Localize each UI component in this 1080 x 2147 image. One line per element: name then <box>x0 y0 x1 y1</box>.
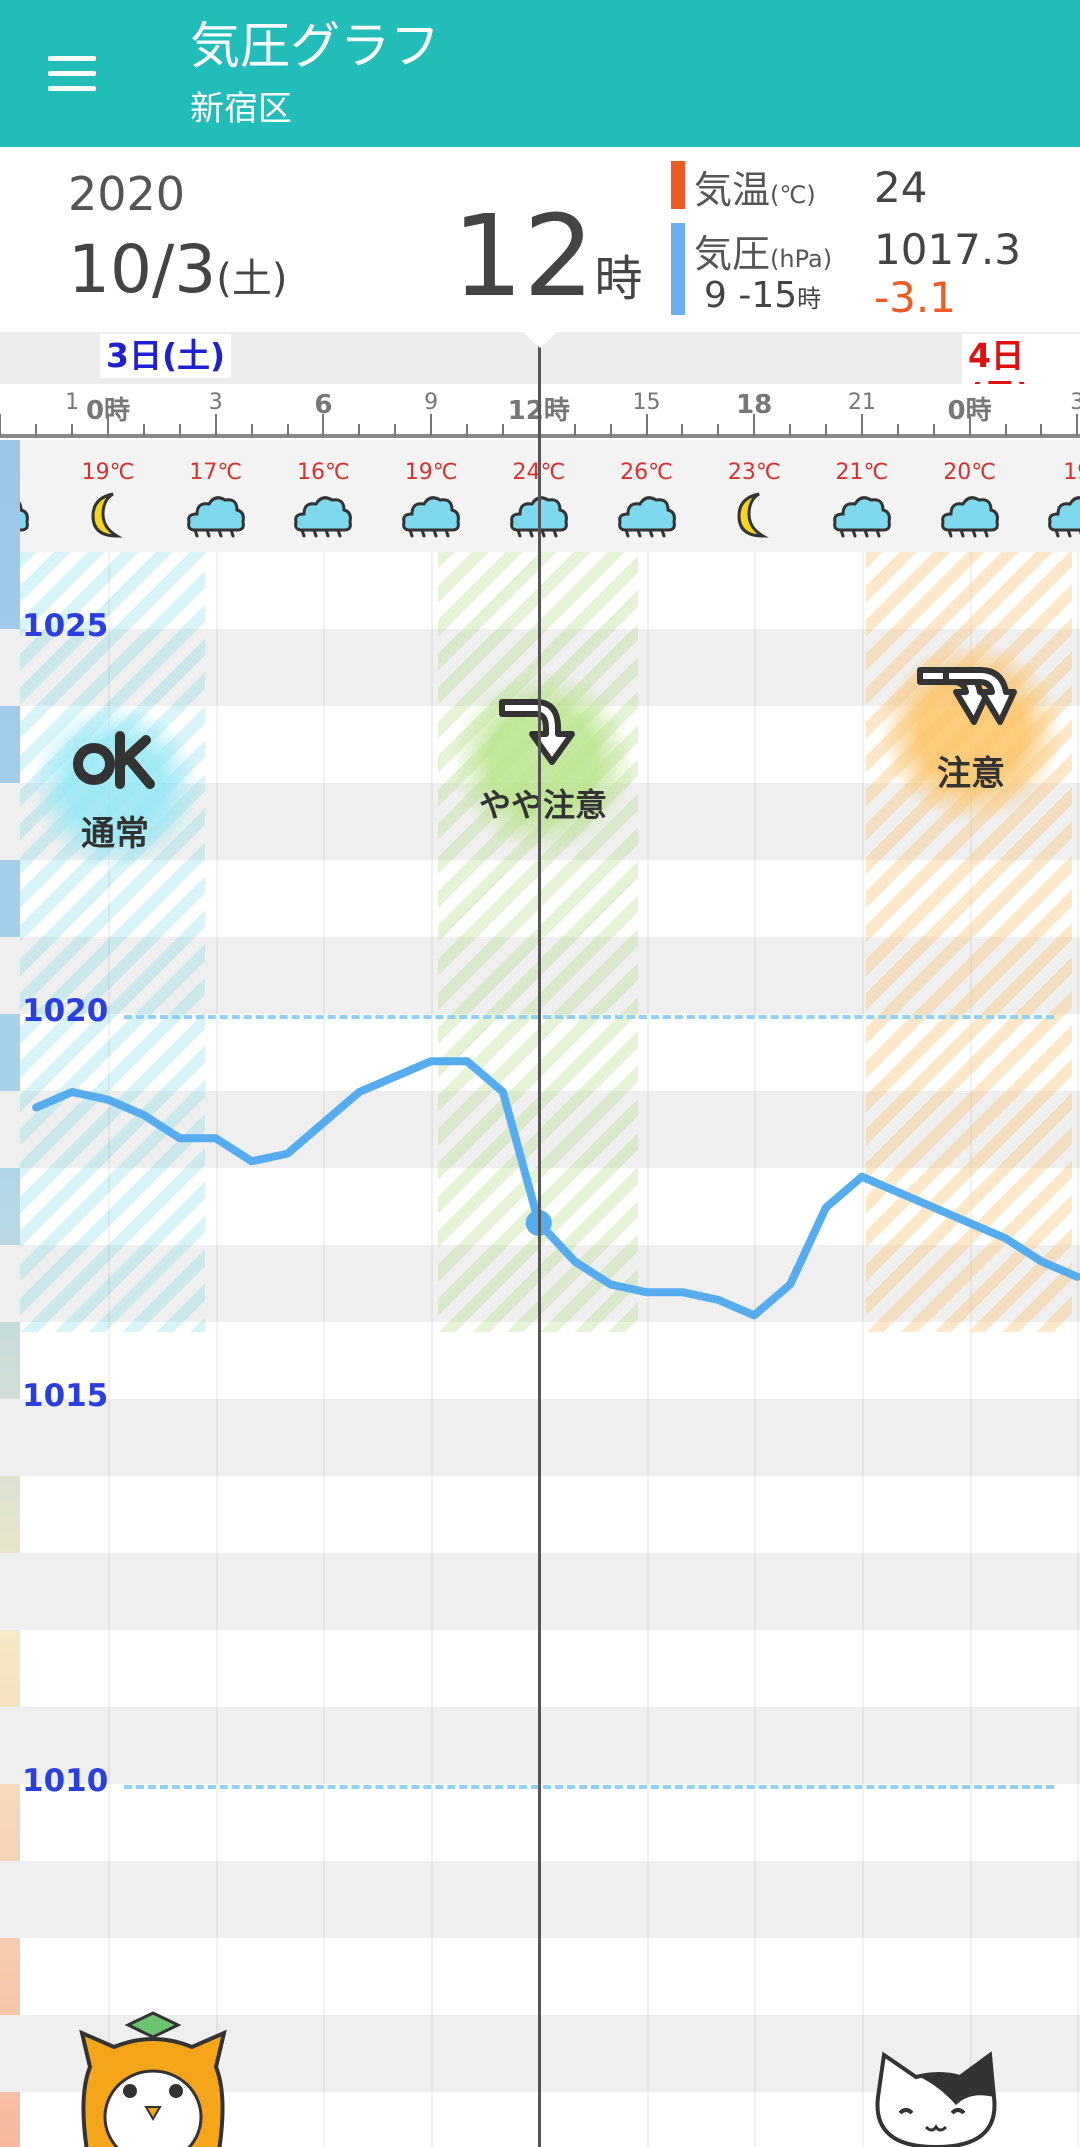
ruler-tick <box>71 424 74 436</box>
weekday: (土) <box>216 256 288 302</box>
cloud-icon <box>185 490 247 540</box>
ruler-label: 9 <box>424 390 439 415</box>
ruler-tick <box>501 424 504 436</box>
ruler-tick <box>1004 424 1007 436</box>
cloud-icon <box>1046 490 1080 540</box>
selected-hour: 12時 <box>452 197 643 339</box>
hour-value: 12 <box>452 192 595 322</box>
ruler-tick <box>825 424 827 436</box>
ruler-tick <box>573 424 576 436</box>
date: 10/3(土) <box>68 231 287 308</box>
app-bar: 気圧グラフ 新宿区 <box>0 0 1080 147</box>
ruler-tick <box>609 424 612 436</box>
hourly-temperature: 19℃ <box>404 460 458 485</box>
cloud-icon <box>400 490 462 540</box>
ruler-tick <box>932 424 935 436</box>
hourly-temperature: 17℃ <box>189 460 243 485</box>
ruler-label: 0時 <box>947 396 992 426</box>
hourly-temperature: 19℃ <box>81 460 135 485</box>
app-title: 気圧グラフ <box>190 17 440 75</box>
hourly-temperature: 16℃ <box>297 460 350 485</box>
moon-icon <box>77 490 139 540</box>
pressure-label: 気圧(hPa) <box>694 223 832 278</box>
ruler-label: 3 <box>208 390 223 415</box>
temp-legend-bar <box>671 161 685 209</box>
pressure-range: 9 -15時 <box>704 275 821 316</box>
cloud-icon <box>292 490 354 540</box>
ruler-tick <box>178 424 181 436</box>
hourly-temperature: 19 <box>1063 460 1080 485</box>
hourly-temperature: 20℃ <box>943 460 996 485</box>
moon-icon <box>723 490 785 540</box>
ruler-label: 3 <box>1070 390 1080 415</box>
ruler-tick <box>430 414 433 436</box>
ruler-label: 0時 <box>85 396 131 426</box>
pressure-unit: (hPa) <box>770 245 833 273</box>
cat-mascot-icon <box>875 2051 997 2147</box>
info-panel: 2020 10/3(土) 12時 気温(℃) 24 気圧(hPa) 1017.3… <box>0 147 1080 332</box>
date-value: 10/3 <box>68 231 217 308</box>
owl-mascot-icon <box>79 2011 227 2147</box>
pressure-legend-bar <box>671 223 685 315</box>
pressure-series-line <box>32 1057 1080 1320</box>
ruler-label: 21 <box>847 390 876 415</box>
ruler-tick <box>681 424 684 436</box>
temp-label: 気温(℃) <box>694 159 816 214</box>
range-unit: 時 <box>797 285 822 313</box>
ruler-tick <box>142 424 145 436</box>
year: 2020 <box>68 167 186 221</box>
pressure-diff: -3.1 <box>874 273 956 322</box>
ruler-label: 15 <box>632 390 661 415</box>
ruler-tick <box>860 414 863 436</box>
hour-unit: 時 <box>594 251 643 307</box>
ruler-tick <box>1076 414 1079 436</box>
ruler-tick <box>0 414 2 436</box>
day-label-today[interactable]: 3日(土) <box>100 334 232 378</box>
location-name: 新宿区 <box>190 89 292 129</box>
ruler-tick <box>645 414 648 436</box>
temp-value: 24 <box>874 163 928 212</box>
ruler-label: 6 <box>314 390 333 420</box>
ruler-tick <box>35 424 38 436</box>
hourly-temperature: 26℃ <box>620 460 673 485</box>
ruler-tick <box>250 424 253 436</box>
temp-unit: (℃) <box>770 181 816 209</box>
hamburger-menu-icon[interactable] <box>34 42 112 104</box>
current-time-line <box>538 332 541 2147</box>
pressure-value: 1017.3 <box>874 225 1021 274</box>
ruler-tick <box>214 414 217 436</box>
ruler-tick <box>717 424 720 436</box>
ruler-tick <box>358 424 361 436</box>
ruler-tick <box>286 424 289 436</box>
ruler-tick <box>1040 424 1043 436</box>
range-text: 9 -15 <box>704 275 798 316</box>
temp-label-text: 気温 <box>694 168 771 212</box>
cloud-icon <box>616 490 678 540</box>
ruler-tick <box>466 424 468 436</box>
ruler-tick <box>896 424 899 436</box>
hourly-temperature: 21℃ <box>835 460 889 485</box>
current-time-marker <box>523 332 557 348</box>
ruler-label: 18 <box>736 390 773 420</box>
ruler-tick <box>394 424 397 436</box>
cloud-icon <box>939 490 1001 540</box>
pressure-label-text: 気圧 <box>694 232 771 276</box>
cloud-icon <box>831 490 893 540</box>
ruler-tick <box>789 424 792 436</box>
hourly-temperature: 23℃ <box>727 460 781 485</box>
ruler-label: 1 <box>65 390 80 415</box>
